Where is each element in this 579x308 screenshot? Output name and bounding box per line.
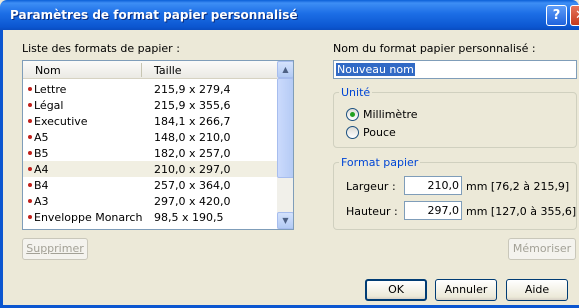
height-value: 297,0	[427, 204, 460, 217]
paper-name: A5	[34, 131, 49, 144]
paper-size: 182,0 x 257,0	[154, 147, 231, 160]
paper-bullet-icon	[28, 199, 32, 203]
delete-button-label: Supprimer	[26, 242, 84, 255]
paper-size: 184,1 x 266,7	[154, 115, 231, 128]
paper-name: Légal	[34, 99, 64, 112]
scroll-thumb[interactable]	[277, 78, 293, 178]
scroll-down-icon[interactable]: ▼	[277, 212, 293, 229]
cancel-button-label: Annuler	[444, 283, 488, 296]
radio-pouce-label[interactable]: Pouce	[363, 126, 396, 139]
list-item[interactable]: Légal 215,9 x 355,6	[23, 97, 277, 113]
paper-size: 98,5 x 190,5	[154, 211, 224, 224]
paper-bullet-icon	[28, 119, 32, 123]
paper-name: A4	[34, 163, 49, 176]
paper-bullet-icon	[28, 87, 32, 91]
paper-size: 210,0 x 297,0	[154, 163, 231, 176]
paper-bullet-icon	[28, 151, 32, 155]
radio-pouce[interactable]	[346, 126, 359, 139]
unit-group-title: Unité	[339, 86, 373, 99]
radio-millimetre[interactable]	[346, 108, 359, 121]
save-button-label: Mémoriser	[512, 242, 572, 255]
ok-button-label: OK	[388, 283, 404, 296]
paper-size: 257,0 x 364,0	[154, 179, 231, 192]
list-item[interactable]: A4 210,0 x 297,0	[23, 161, 277, 177]
help-button-label: Aide	[524, 283, 550, 296]
save-button[interactable]: Mémoriser	[508, 238, 576, 260]
title-bar[interactable]: Paramètres de format papier personnalisé…	[0, 0, 579, 30]
height-input[interactable]: 297,0	[404, 201, 462, 220]
list-scrollbar[interactable]: ▲ ▼	[277, 61, 293, 229]
column-separator[interactable]	[141, 63, 142, 77]
custom-name-value: Nouveau nom	[336, 63, 415, 76]
delete-button[interactable]: Supprimer	[22, 238, 88, 260]
cancel-button[interactable]: Annuler	[435, 279, 497, 301]
custom-name-label: Nom du format papier personnalisé :	[333, 42, 536, 55]
help-icon[interactable]: ?	[546, 5, 567, 26]
radio-selected-dot	[350, 112, 355, 117]
paper-name: B4	[34, 179, 49, 192]
paper-bullet-icon	[28, 183, 32, 187]
list-item[interactable]: Enveloppe Monarch 98,5 x 190,5	[23, 209, 277, 225]
list-item[interactable]: Executive 184,1 x 266,7	[23, 113, 277, 129]
column-header-name[interactable]: Nom	[35, 64, 61, 77]
height-label: Hauteur :	[346, 205, 398, 218]
window-title: Paramètres de format papier personnalisé	[10, 8, 298, 22]
paper-bullet-icon	[28, 103, 32, 107]
paper-format-list[interactable]: Nom Taille Lettre 215,9 x 279,4 Légal 215,9…	[22, 60, 294, 230]
column-header-size[interactable]: Taille	[154, 64, 182, 77]
width-range: mm [76,2 à 215,9]	[466, 180, 570, 193]
paper-size: 297,0 x 420,0	[154, 195, 231, 208]
width-label: Largeur :	[346, 180, 396, 193]
scroll-up-icon[interactable]: ▲	[277, 61, 293, 78]
radio-millimetre-label[interactable]: Millimètre	[363, 108, 418, 121]
list-header: Nom Taille	[23, 61, 277, 79]
paper-bullet-icon	[28, 135, 32, 139]
width-input[interactable]: 210,0	[404, 176, 462, 195]
paper-name: Lettre	[34, 83, 67, 96]
paper-name: Enveloppe Monarch	[34, 211, 143, 224]
list-item[interactable]: B5 182,0 x 257,0	[23, 145, 277, 161]
custom-name-input[interactable]: Nouveau nom	[333, 60, 577, 79]
paper-name: Executive	[34, 115, 88, 128]
close-icon[interactable]: ✕	[570, 5, 579, 26]
list-item[interactable]: B4 257,0 x 364,0	[23, 177, 277, 193]
width-value: 210,0	[427, 179, 460, 192]
ok-button[interactable]: OK	[365, 279, 427, 301]
paper-bullet-icon	[28, 167, 32, 171]
list-item[interactable]: Lettre 215,9 x 279,4	[23, 81, 277, 97]
paper-name: A3	[34, 195, 49, 208]
paper-size: 215,9 x 279,4	[154, 83, 231, 96]
list-item[interactable]: A3 297,0 x 420,0	[23, 193, 277, 209]
paper-bullet-icon	[28, 215, 32, 219]
paper-list-label: Liste des formats de papier :	[22, 42, 180, 55]
height-range: mm [127,0 à 355,6]	[466, 205, 577, 218]
window-frame-left	[0, 30, 3, 308]
help-button[interactable]: Aide	[506, 279, 568, 301]
list-item[interactable]: A5 148,0 x 210,0	[23, 129, 277, 145]
paper-format-group-title: Format papier	[339, 156, 421, 169]
paper-size: 215,9 x 355,6	[154, 99, 231, 112]
paper-size: 148,0 x 210,0	[154, 131, 231, 144]
paper-name: B5	[34, 147, 49, 160]
